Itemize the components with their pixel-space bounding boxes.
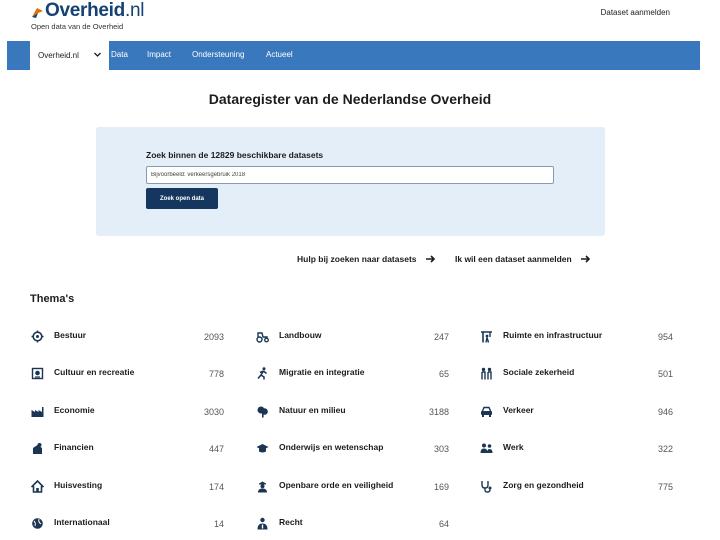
people-icon — [481, 367, 492, 380]
tree-icon — [257, 406, 268, 418]
theme-name: Openbare orde en veiligheid — [279, 480, 394, 490]
theme-name: Bestuur — [54, 330, 87, 340]
theme-count: 303 — [433, 444, 449, 454]
arrow-right-icon — [580, 255, 590, 263]
theme-count: 247 — [433, 332, 449, 342]
police-icon — [258, 481, 267, 493]
theme-item-zorg[interactable]: Zorg en gezondheid 775 — [480, 478, 675, 494]
theme-count: 169 — [433, 482, 449, 492]
theme-count: 3188 — [428, 407, 449, 417]
theme-item-onderwijs[interactable]: Onderwijs en wetenschap 303 — [256, 440, 451, 456]
theme-name: Onderwijs en wetenschap — [279, 442, 384, 452]
house-icon — [31, 480, 44, 493]
theme-name: Verkeer — [503, 405, 534, 415]
judge-icon — [257, 517, 268, 530]
theme-name: Cultuur en recreatie — [54, 367, 135, 377]
search-button[interactable]: Zoek open data — [146, 188, 218, 209]
theme-name: Migratie en integratie — [279, 367, 365, 377]
dataset-register-link[interactable]: Dataset aanmelden — [601, 8, 670, 17]
theme-name: Sociale zekerheid — [503, 367, 575, 377]
theme-item-landbouw[interactable]: Landbouw 247 — [256, 328, 451, 344]
globe-icon — [32, 518, 43, 529]
theme-count: 64 — [438, 519, 449, 529]
theme-name: Economie — [54, 405, 95, 415]
nav-item-actueel[interactable]: Actueel — [266, 50, 293, 59]
register-dataset-link[interactable]: Ik wil een dataset aanmelden — [455, 254, 591, 264]
theme-item-recht[interactable]: Recht 64 — [256, 515, 451, 531]
search-help-label: Hulp bij zoeken naar datasets — [297, 254, 417, 264]
theme-count: 954 — [657, 332, 673, 342]
theme-count: 501 — [657, 369, 673, 379]
car-icon — [481, 406, 492, 417]
theme-item-migratie[interactable]: Migratie en integratie 65 — [256, 365, 451, 381]
gear-icon — [31, 330, 44, 343]
theme-item-openbare-orde[interactable]: Openbare orde en veiligheid 169 — [256, 478, 451, 494]
money-icon — [33, 443, 42, 454]
site-logo[interactable]: Overheid.nl — [31, 0, 144, 21]
logo-subtitle: Open data van de Overheid — [31, 22, 124, 31]
theme-item-sociale-zekerheid[interactable]: Sociale zekerheid 501 — [480, 365, 675, 381]
theme-count: 3030 — [203, 407, 224, 417]
theme-item-financien[interactable]: Financien 447 — [31, 440, 226, 456]
theme-item-cultuur[interactable]: Cultuur en recreatie 778 — [31, 365, 226, 381]
theme-name: Huisvesting — [54, 480, 103, 490]
theme-count: 65 — [438, 369, 449, 379]
theme-count: 174 — [208, 482, 224, 492]
chevron-down-icon — [94, 52, 101, 57]
main-navigation: Overheid.nl Data Impact Ondersteuning Ac… — [7, 41, 700, 70]
theme-item-werk[interactable]: Werk 322 — [480, 440, 675, 456]
nav-item-ondersteuning[interactable]: Ondersteuning — [192, 50, 244, 59]
tractor-icon — [256, 332, 269, 343]
theme-count: 778 — [208, 369, 224, 379]
theme-name: Internationaal — [54, 517, 110, 527]
theme-item-bestuur[interactable]: Bestuur 2093 — [31, 328, 226, 344]
stethoscope-icon — [481, 481, 492, 493]
theme-name: Recht — [279, 517, 303, 527]
theme-name: Zorg en gezondheid — [503, 480, 584, 490]
workers-icon — [480, 443, 493, 453]
construction-icon — [481, 331, 492, 343]
theme-count: 775 — [657, 482, 673, 492]
themes-heading: Thema's — [30, 293, 75, 305]
theme-item-economie[interactable]: Economie 3030 — [31, 403, 226, 419]
theme-name: Werk — [503, 442, 524, 452]
theme-item-huisvesting[interactable]: Huisvesting 174 — [31, 478, 226, 494]
theme-name: Ruimte en infrastructuur — [503, 330, 603, 340]
search-input[interactable] — [146, 166, 554, 184]
graduation-cap-icon — [256, 444, 269, 453]
theme-count: 2093 — [203, 332, 224, 342]
theme-name: Natuur en milieu — [279, 405, 346, 415]
search-panel: Zoek binnen de 12829 beschikbare dataset… — [96, 127, 605, 236]
theme-name: Financien — [54, 442, 94, 452]
logo-flag-icon — [32, 8, 43, 18]
nav-item-data[interactable]: Data — [111, 50, 128, 59]
logo-text: Overheid.nl — [45, 0, 145, 21]
person-walking-icon — [257, 367, 267, 380]
site-selector-label: Overheid.nl — [38, 51, 79, 60]
search-help-link[interactable]: Hulp bij zoeken naar datasets — [297, 254, 436, 264]
nav-item-impact[interactable]: Impact — [147, 50, 171, 59]
theme-item-verkeer[interactable]: Verkeer 946 — [480, 403, 675, 419]
theme-count: 946 — [657, 407, 673, 417]
theme-count: 14 — [213, 519, 224, 529]
register-dataset-label: Ik wil een dataset aanmelden — [455, 254, 572, 264]
theme-count: 322 — [657, 444, 673, 454]
page-title: Dataregister van de Nederlandse Overheid — [208, 91, 492, 107]
theme-item-internationaal[interactable]: Internationaal 14 — [31, 515, 226, 531]
arrow-right-icon — [425, 255, 435, 263]
search-label: Zoek binnen de 12829 beschikbare dataset… — [146, 150, 324, 160]
site-header: Overheid.nl Open data van de Overheid Da… — [0, 0, 720, 41]
theme-name: Landbouw — [279, 330, 322, 340]
factory-icon — [31, 407, 44, 417]
site-selector[interactable]: Overheid.nl — [30, 41, 109, 70]
theme-item-ruimte[interactable]: Ruimte en infrastructuur 954 — [480, 328, 675, 344]
theme-count: 447 — [208, 444, 224, 454]
theatre-icon — [31, 367, 44, 380]
theme-item-natuur[interactable]: Natuur en milieu 3188 — [256, 403, 451, 419]
